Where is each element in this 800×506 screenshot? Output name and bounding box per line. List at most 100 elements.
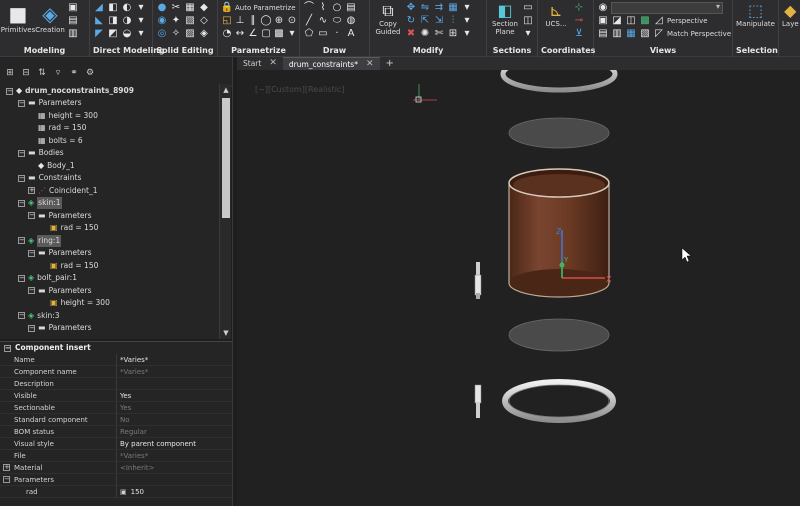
copy-guided-button[interactable]: ⧉ Copy Guided — [373, 2, 403, 37]
clip-icon[interactable]: ◫ — [522, 15, 534, 27]
constraint-icon[interactable]: ⊥ — [234, 15, 246, 27]
move-face-icon[interactable]: ◣ — [93, 15, 105, 27]
rectangle-icon[interactable]: ▭ — [317, 28, 329, 40]
fix-icon[interactable]: ⊕ — [273, 15, 285, 27]
collapse-toggle[interactable]: − — [28, 324, 35, 332]
property-row[interactable]: Description — [0, 378, 232, 390]
tree-item[interactable]: − ◈ ring:1 — [18, 234, 62, 247]
trim-icon[interactable]: ✄ — [433, 28, 445, 40]
section-plane-button[interactable]: ◧ Section Plane — [490, 2, 520, 37]
delete-face-icon[interactable]: ◒ — [121, 28, 133, 40]
move-icon[interactable]: ✥ — [405, 2, 417, 14]
rigid-set-icon[interactable]: ▢ — [260, 28, 272, 40]
text-icon[interactable]: A — [345, 28, 357, 40]
tree-item[interactable]: − ◈ skin:1 — [18, 197, 62, 209]
collapse-all-icon[interactable]: ⊟ — [20, 67, 32, 79]
rotate-icon[interactable]: ↻ — [405, 15, 417, 27]
tab-start[interactable]: Start ✕ — [237, 57, 283, 70]
property-value[interactable]: ▣ 150 — [117, 486, 232, 497]
tree-item[interactable]: − ▬ Parameters — [28, 285, 92, 297]
parameter-icon[interactable]: ◱ — [221, 15, 233, 27]
tree-item[interactable]: ▣ height = 300 — [50, 297, 110, 309]
tweak-icon[interactable]: ◧ — [107, 2, 119, 14]
property-value[interactable]: By parent component — [117, 438, 232, 449]
tree-item[interactable]: ▦ bolts = 6 — [38, 135, 83, 147]
bolt-lower[interactable] — [474, 384, 482, 418]
collapse-toggle[interactable]: − — [18, 149, 25, 157]
camera-icon[interactable]: ▣ — [597, 15, 609, 27]
property-row[interactable]: − Parameters — [0, 474, 232, 486]
ucs-origin-icon[interactable]: ⊹ — [573, 2, 585, 14]
section-icon[interactable]: ▭ — [522, 2, 534, 14]
property-row[interactable]: BOM status Regular — [0, 426, 232, 438]
property-row[interactable]: rad ▣ 150 — [0, 486, 232, 498]
region-icon[interactable]: ◍ — [345, 15, 357, 27]
manipulate-button[interactable]: ⬚ Manipulate — [736, 2, 775, 29]
collapse-toggle[interactable]: − — [18, 237, 25, 244]
interfere-icon[interactable]: ▦ — [184, 2, 196, 14]
polygon-icon[interactable]: ⬠ — [303, 28, 315, 40]
radius-icon[interactable]: ◔ — [221, 28, 233, 40]
erase-icon[interactable]: ✖ — [405, 28, 417, 40]
dropdown-icon[interactable]: ▾ — [461, 15, 473, 27]
view-icon[interactable]: ◪ — [611, 15, 623, 27]
taper-icon[interactable]: ◑ — [121, 15, 133, 27]
scroll-thumb[interactable] — [222, 98, 230, 218]
collapse-toggle[interactable]: − — [4, 344, 11, 352]
view-select[interactable] — [611, 2, 723, 14]
eye-icon[interactable]: ◉ — [597, 2, 609, 14]
separate-icon[interactable]: ✧ — [170, 28, 182, 40]
tree-item[interactable]: ▣ rad = 150 — [50, 222, 98, 234]
fillet-icon[interactable]: ◤ — [93, 28, 105, 40]
collapse-toggle[interactable]: − — [3, 476, 10, 483]
property-row[interactable]: Visible Yes — [0, 390, 232, 402]
more-icon[interactable]: ▾ — [286, 28, 298, 40]
layer-icon[interactable]: ▤ — [67, 15, 79, 27]
coincident-icon[interactable]: ⊙ — [286, 15, 298, 27]
scroll-up-icon[interactable]: ▲ — [220, 84, 232, 96]
join-icon[interactable]: ⊞ — [447, 28, 459, 40]
filter-icon[interactable]: ▿ — [52, 67, 64, 79]
property-row[interactable]: Visual style By parent component — [0, 438, 232, 450]
sort-icon[interactable]: ⇅ — [36, 67, 48, 79]
auto-parametrize-button[interactable]: 🔒 Auto Parametrize — [221, 2, 296, 14]
union-icon[interactable]: ● — [156, 2, 168, 14]
property-row[interactable]: Name *Varies* — [0, 354, 232, 366]
polyline-icon[interactable]: ⌇ — [317, 2, 329, 14]
scroll-down-icon[interactable]: ▼ — [220, 327, 232, 339]
layers-button[interactable]: ◆ Laye — [782, 2, 799, 29]
scale-icon[interactable]: ⇱ — [419, 15, 431, 27]
primitives-button[interactable]: ■ Primitives — [1, 2, 35, 34]
stretch-icon[interactable]: ⇲ — [433, 15, 445, 27]
collapse-toggle[interactable]: − — [18, 99, 25, 107]
property-value[interactable]: No — [117, 414, 232, 425]
property-value[interactable]: *Varies* — [117, 450, 232, 461]
parallel-icon[interactable]: ∥ — [247, 15, 259, 27]
tree-item[interactable]: − ▬ Parameters — [28, 322, 92, 334]
angle-icon[interactable]: ∠ — [247, 28, 259, 40]
explode-icon[interactable]: ✺ — [419, 28, 431, 40]
arc-icon[interactable]: ⌒ — [303, 2, 315, 14]
ucs-x-icon[interactable]: ⊸ — [573, 15, 585, 27]
view-icon[interactable]: ▧ — [639, 28, 651, 40]
property-value[interactable]: *Varies* — [117, 366, 232, 377]
hatch-icon[interactable]: ▤ — [345, 2, 357, 14]
tree-item[interactable]: − ▬ Bodies — [18, 147, 64, 159]
render-icon[interactable]: ▩ — [639, 15, 651, 27]
collapse-toggle[interactable]: − — [28, 287, 35, 294]
offset-tool-icon[interactable]: ⇉ — [433, 2, 445, 14]
point-icon[interactable]: · — [331, 28, 343, 40]
property-value[interactable]: Yes — [117, 390, 232, 401]
dropdown-icon[interactable]: ▾ — [522, 28, 534, 40]
tree-root[interactable]: − ◆ drum_noconstraints_8909 — [6, 85, 134, 97]
tree-item[interactable]: − ◈ bolt_pair:1 — [18, 272, 77, 284]
solid-color-icon[interactable]: ◈ — [198, 28, 210, 40]
push-pull-icon[interactable]: ◢ — [93, 2, 105, 14]
tab-drum-constraints[interactable]: drum_constraints* ✕ — [282, 57, 380, 70]
tree-item[interactable]: − ▬ Parameters — [28, 247, 92, 259]
tree-item[interactable]: ▦ height = 300 — [38, 110, 98, 122]
dropdown-icon[interactable]: ▾ — [461, 28, 473, 40]
circle-icon[interactable]: ○ — [331, 2, 343, 14]
property-value[interactable]: Yes — [117, 402, 232, 413]
solid-check-icon[interactable]: ◇ — [198, 15, 210, 27]
